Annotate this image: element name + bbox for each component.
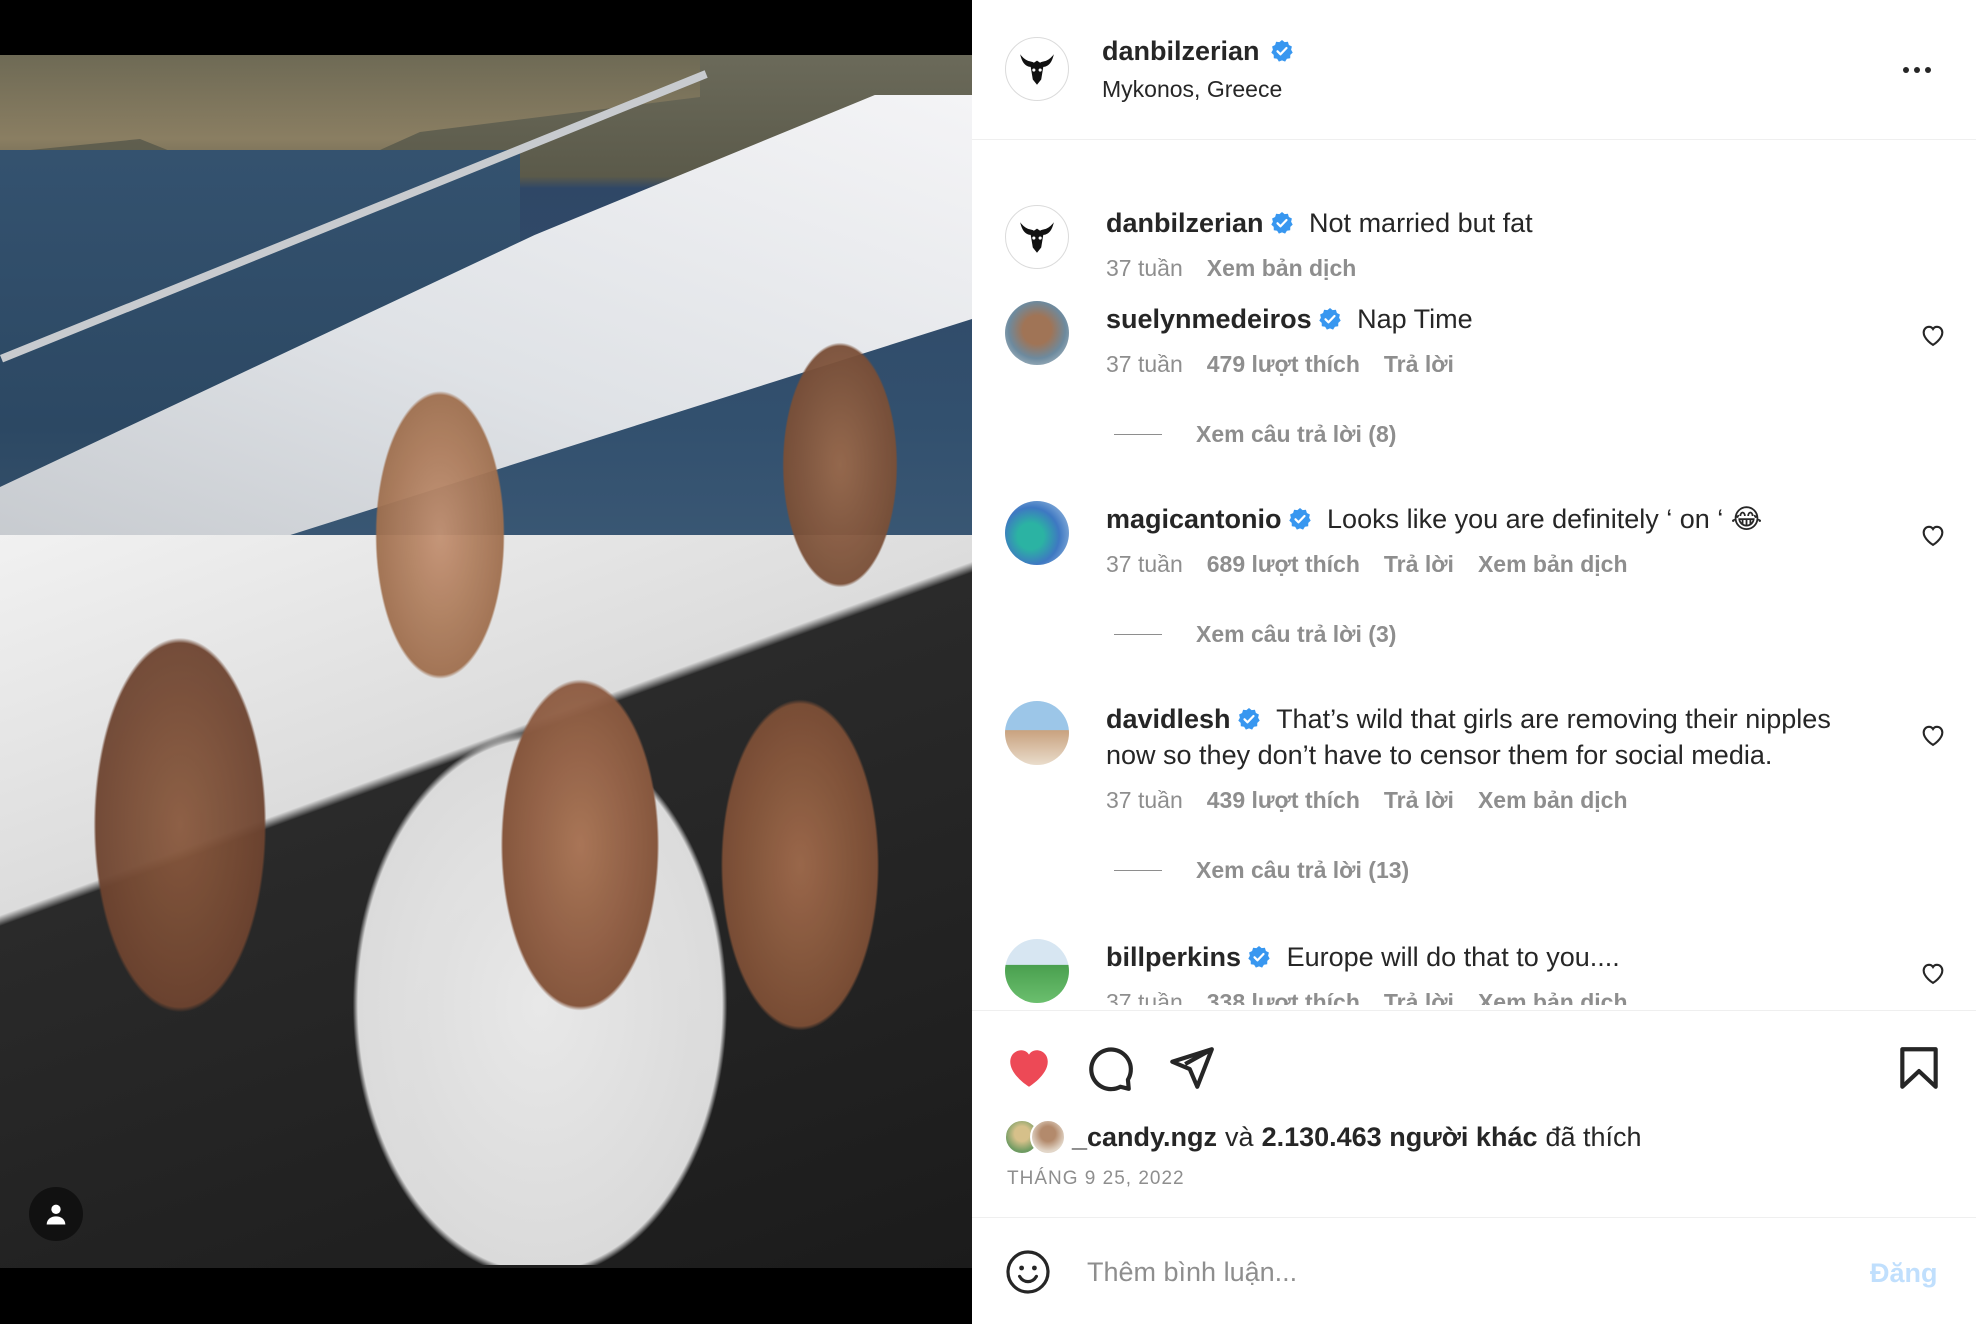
verified-icon [1248, 946, 1270, 968]
comment-likes[interactable]: 338 lượt thích [1207, 989, 1360, 1005]
view-replies-button[interactable]: Xem câu trả lời (8) [1114, 421, 1396, 448]
comments-list[interactable]: danbilzerian Not married but fat 37 tuần… [972, 141, 1976, 1005]
comment-text-row: billperkins Europe will do that to you..… [1106, 939, 1876, 975]
comment-avatar[interactable] [1005, 501, 1069, 565]
comment-item: magicantonio Looks like you are definite… [972, 501, 1976, 701]
verified-icon [1237, 708, 1260, 730]
comment-time[interactable]: 37 tuần [1106, 551, 1183, 578]
comment-reply-link[interactable]: Trả lời [1384, 351, 1454, 378]
caption-meta: 37 tuần Xem bản dịch [1106, 255, 1356, 282]
comment-text: Europe will do that to you.... [1286, 942, 1620, 972]
comment-translate-link[interactable]: Xem bản dịch [1478, 551, 1628, 578]
comment-reply-link[interactable]: Trả lời [1384, 551, 1454, 578]
comment-reply-link[interactable]: Trả lời [1384, 787, 1454, 814]
view-replies-label: Xem câu trả lời (13) [1196, 857, 1410, 883]
comment-item: davidlesh That’s wild that girls are rem… [972, 701, 1976, 931]
likes-first-user[interactable]: _candy.ngz [1072, 1122, 1217, 1153]
comment-item: suelynmedeiros Nap Time 37 tuần 479 lượt… [972, 301, 1976, 501]
caption-text: Not married but fat [1309, 208, 1533, 238]
view-replies-button[interactable]: Xem câu trả lời (13) [1114, 857, 1409, 884]
comment-username[interactable]: suelynmedeiros [1106, 304, 1312, 334]
view-replies-button[interactable]: Xem câu trả lời (3) [1114, 621, 1396, 648]
photo-people [20, 305, 960, 1265]
comment-text-row: magicantonio Looks like you are definite… [1106, 501, 1876, 537]
comment-reply-link[interactable]: Trả lời [1384, 989, 1454, 1005]
liker-avatar[interactable] [1030, 1119, 1066, 1155]
caption-time[interactable]: 37 tuần [1106, 255, 1183, 282]
comment-time[interactable]: 37 tuần [1106, 989, 1183, 1005]
comment-username[interactable]: magicantonio [1106, 504, 1282, 534]
likes-and: và [1225, 1121, 1254, 1152]
comment-meta: 37 tuần 479 lượt thích Trả lời [1106, 351, 1454, 378]
share-icon[interactable] [1166, 1043, 1216, 1093]
comment-translate-link[interactable]: Xem bản dịch [1478, 787, 1628, 814]
post-comment-button[interactable]: Đăng [1870, 1258, 1938, 1289]
add-comment-bar: Đăng [972, 1217, 1976, 1324]
comment-time[interactable]: 37 tuần [1106, 351, 1183, 378]
more-options-icon[interactable] [1897, 55, 1937, 85]
emoji-icon[interactable] [1004, 1248, 1052, 1296]
author-username[interactable]: danbilzerian [1102, 36, 1260, 66]
replies-divider [1114, 434, 1162, 435]
comment-text-row: davidlesh That’s wild that girls are rem… [1106, 701, 1876, 773]
heart-outline-icon[interactable] [1919, 959, 1947, 987]
goat-logo-icon [1020, 222, 1054, 253]
verified-icon [1288, 508, 1311, 530]
post-header: danbilzerian Mykonos, Greece [972, 0, 1976, 140]
comment-avatar[interactable] [1005, 701, 1069, 765]
comment-icon[interactable] [1085, 1043, 1135, 1093]
comment-username[interactable]: billperkins [1106, 942, 1241, 972]
caption-translate-link[interactable]: Xem bản dịch [1207, 255, 1357, 282]
author-avatar-small[interactable] [1005, 205, 1069, 269]
post-date[interactable]: THÁNG 9 25, 2022 [1007, 1168, 1185, 1190]
comment-text: Looks like you are definitely ‘ on ‘ 😂 [1327, 504, 1763, 534]
view-replies-label: Xem câu trả lời (3) [1196, 621, 1397, 647]
likes-suffix: đã thích [1545, 1121, 1642, 1152]
instagram-post-view: danbilzerian Mykonos, Greece danbilzeria… [0, 0, 1976, 1324]
heart-outline-icon[interactable] [1919, 721, 1947, 749]
caption-row: danbilzerian Not married but fat 37 tuần… [972, 171, 1976, 281]
comment-meta: 37 tuần 439 lượt thích Trả lời Xem bản d… [1106, 787, 1628, 814]
comment-meta: 37 tuần 689 lượt thích Trả lời Xem bản d… [1106, 551, 1628, 578]
goat-logo-icon [1020, 54, 1054, 85]
user-tag-icon[interactable] [29, 1187, 83, 1241]
comment-avatar[interactable] [1005, 939, 1069, 1003]
add-comment-input[interactable] [1087, 1248, 1827, 1296]
post-media-panel [0, 0, 972, 1324]
post-location[interactable]: Mykonos, Greece [1102, 76, 1282, 103]
author-avatar[interactable] [1005, 37, 1069, 101]
post-actions: _candy.ngz và 2.130.463 người khác đã th… [972, 1010, 1976, 1215]
comment-item: billperkins Europe will do that to you..… [972, 939, 1976, 1005]
comment-username[interactable]: davidlesh [1106, 704, 1231, 734]
heart-outline-icon[interactable] [1919, 321, 1947, 349]
replies-divider [1114, 870, 1162, 871]
bookmark-icon[interactable] [1894, 1043, 1944, 1093]
verified-icon [1271, 40, 1293, 62]
post-photo[interactable] [0, 55, 972, 1268]
comment-text: Nap Time [1357, 304, 1473, 334]
comment-avatar[interactable] [1005, 301, 1069, 365]
view-replies-label: Xem câu trả lời (8) [1196, 421, 1397, 447]
comment-likes[interactable]: 479 lượt thích [1207, 351, 1360, 378]
comment-time[interactable]: 37 tuần [1106, 787, 1183, 814]
verified-icon [1270, 212, 1293, 234]
caption-text-row: danbilzerian Not married but fat [1106, 205, 1876, 241]
replies-divider [1114, 634, 1162, 635]
comment-text-row: suelynmedeiros Nap Time [1106, 301, 1876, 337]
likes-others[interactable]: 2.130.463 người khác [1262, 1122, 1538, 1153]
verified-icon [1318, 308, 1341, 330]
comment-likes[interactable]: 439 lượt thích [1207, 787, 1360, 814]
comment-translate-link[interactable]: Xem bản dịch [1478, 989, 1628, 1005]
comment-meta: 37 tuần 338 lượt thích Trả lời Xem bản d… [1106, 989, 1628, 1005]
post-details-panel: danbilzerian Mykonos, Greece danbilzeria… [972, 0, 1976, 1324]
author-name-row: danbilzerian [1102, 36, 1294, 67]
likes-summary: _candy.ngz và 2.130.463 người khác đã th… [1004, 1119, 1642, 1155]
comment-likes[interactable]: 689 lượt thích [1207, 551, 1360, 578]
caption-username[interactable]: danbilzerian [1106, 208, 1264, 238]
heart-filled-icon[interactable] [1004, 1043, 1054, 1093]
heart-outline-icon[interactable] [1919, 521, 1947, 549]
